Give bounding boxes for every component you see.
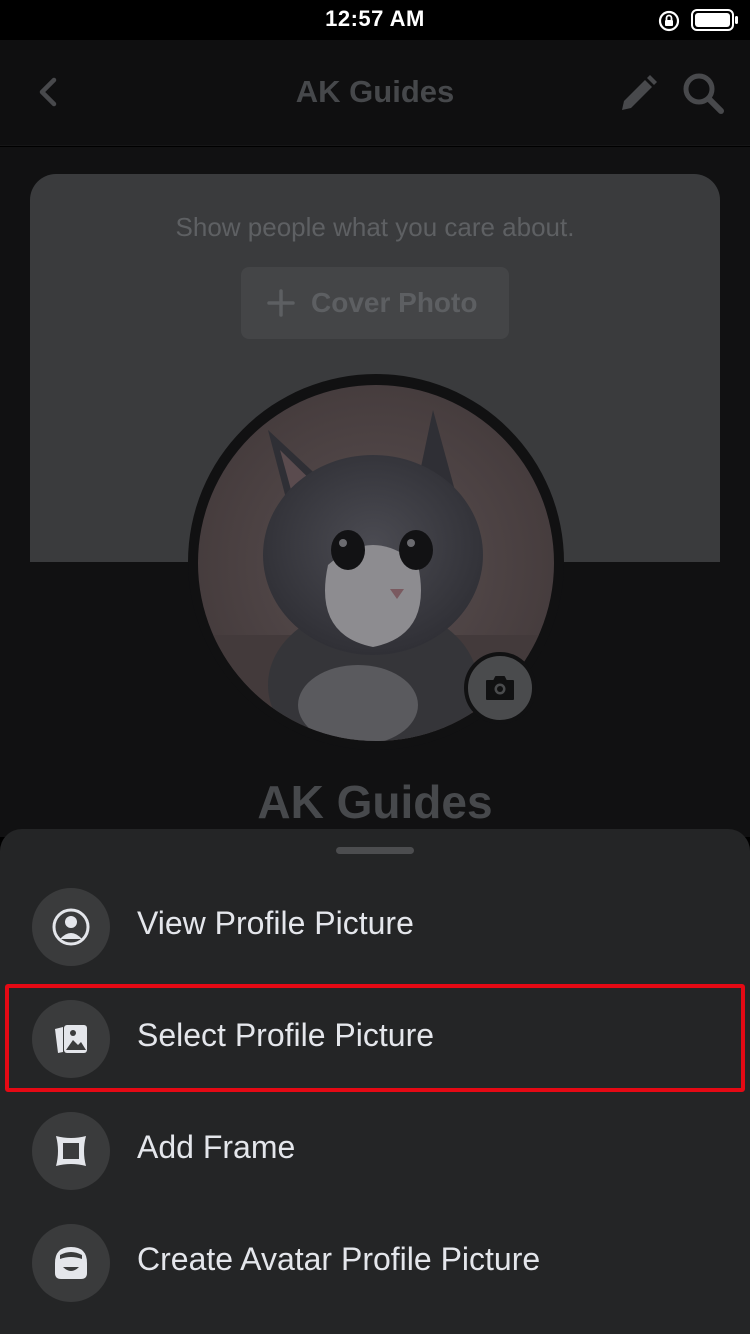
orientation-lock-icon <box>658 10 680 32</box>
plus-icon <box>267 289 295 317</box>
add-cover-photo-button[interactable]: Cover Photo <box>241 267 509 339</box>
pencil-icon[interactable] <box>616 72 660 116</box>
create-avatar-profile-picture-option[interactable]: Create Avatar Profile Picture <box>0 1206 750 1318</box>
status-bar: 12:57 AM <box>0 0 750 40</box>
camera-icon <box>486 676 514 700</box>
profile-name: AK Guides <box>257 776 493 828</box>
frame-icon <box>56 1136 86 1166</box>
search-icon[interactable] <box>680 70 726 116</box>
item-icon-background <box>32 888 110 966</box>
item-icon-background <box>32 1224 110 1302</box>
cover-photo-label: Cover Photo <box>311 287 478 318</box>
highlight-box <box>5 984 745 1092</box>
avatar-face-icon <box>55 1247 87 1279</box>
top-nav-bar: AK Guides <box>0 40 750 146</box>
create-avatar-profile-picture-label: Create Avatar Profile Picture <box>137 1241 541 1277</box>
status-time: 12:57 AM <box>325 6 425 31</box>
view-profile-picture-label: View Profile Picture <box>137 905 414 941</box>
change-profile-picture-button[interactable] <box>464 652 536 724</box>
cover-prompt: Show people what you care about. <box>175 212 575 242</box>
sheet-drag-handle[interactable] <box>336 847 414 854</box>
item-icon-background <box>32 1112 110 1190</box>
view-profile-picture-option[interactable]: View Profile Picture <box>0 870 750 982</box>
add-frame-option[interactable]: Add Frame <box>0 1094 750 1206</box>
battery-icon <box>691 9 738 31</box>
add-frame-label: Add Frame <box>137 1129 296 1165</box>
person-circle-icon <box>52 908 90 946</box>
